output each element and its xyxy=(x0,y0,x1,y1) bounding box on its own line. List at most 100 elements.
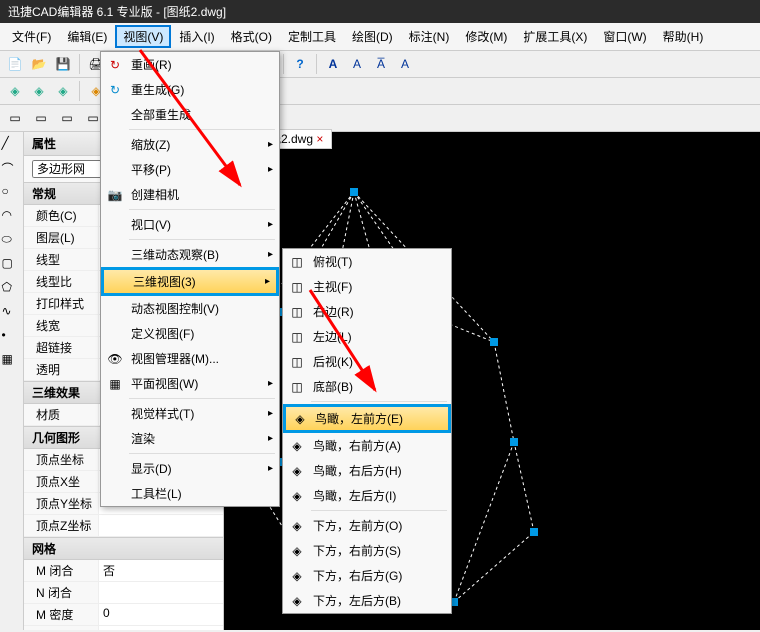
point-tool-icon[interactable]: • xyxy=(2,328,22,348)
dd-defview[interactable]: 定义视图(F) xyxy=(101,321,279,346)
dd2-front[interactable]: ◫主视(F) xyxy=(283,274,451,299)
submenu-arrow-icon: ▸ xyxy=(268,408,273,419)
dd-dynctl[interactable]: 动态视图控制(V) xyxy=(101,296,279,321)
prop-md: M 密度 xyxy=(24,604,99,625)
menu-format[interactable]: 格式(O) xyxy=(223,25,280,48)
cube2-icon[interactable]: ◈ xyxy=(28,80,50,102)
dd2-below-rf[interactable]: ◈下方，右前方(S) xyxy=(283,538,451,563)
dd2-bird-lb[interactable]: ◈鸟瞰，左后方(I) xyxy=(283,483,451,508)
dd-dynobs[interactable]: 三维动态观察(B)▸ xyxy=(101,242,279,267)
save-icon[interactable]: 💾 xyxy=(52,53,74,75)
rect-tool-icon[interactable]: ▢ xyxy=(2,256,22,276)
cube3-icon[interactable]: ◈ xyxy=(52,80,74,102)
dd-pan[interactable]: 平移(P)▸ xyxy=(101,157,279,182)
dd2-back[interactable]: ◫后视(K) xyxy=(283,349,451,374)
dd2-below-lf[interactable]: ◈下方，左前方(O) xyxy=(283,513,451,538)
cube-back-icon: ◫ xyxy=(289,354,305,370)
new-icon[interactable]: 📄 xyxy=(4,53,26,75)
dd2-left[interactable]: ◫左边(L) xyxy=(283,324,451,349)
cube-iso-icon: ◈ xyxy=(289,488,305,504)
prop-md-value[interactable]: 0 xyxy=(99,604,223,625)
prop-vxn: 顶点X坐 xyxy=(24,471,99,492)
submenu-arrow-icon: ▸ xyxy=(268,463,273,474)
prop-layer: 图层(L) xyxy=(24,227,99,248)
cube-iso-icon: ◈ xyxy=(289,543,305,559)
spline-tool-icon[interactable]: ∿ xyxy=(2,304,22,324)
help-icon[interactable]: ? xyxy=(289,53,311,75)
text-a3-icon[interactable]: A̅ xyxy=(370,53,392,75)
regen-icon: ↻ xyxy=(107,82,123,98)
prop-nc: N 闭合 xyxy=(24,582,99,603)
cube-iso-icon: ◈ xyxy=(289,593,305,609)
text-a4-icon[interactable]: A xyxy=(394,53,416,75)
close-tab-icon[interactable]: × xyxy=(316,132,323,146)
dd-3dview[interactable]: 三维视图(3)▸ xyxy=(101,267,279,296)
submenu-arrow-icon: ▸ xyxy=(268,219,273,230)
dd-regen[interactable]: ↻重生成(G) xyxy=(101,77,279,102)
cube-bottom-icon: ◫ xyxy=(289,379,305,395)
prop-mc-value[interactable]: 否 xyxy=(99,560,223,581)
menu-ext[interactable]: 扩展工具(X) xyxy=(515,25,595,48)
sel3-icon[interactable]: ▭ xyxy=(56,107,78,129)
dd-redraw[interactable]: ↻重画(R) xyxy=(101,52,279,77)
cube1-icon[interactable]: ◈ xyxy=(4,80,26,102)
cube-top-icon: ◫ xyxy=(289,254,305,270)
section-mesh[interactable]: 网格 xyxy=(24,537,223,560)
dd2-bird-rb[interactable]: ◈鸟瞰，右后方(H) xyxy=(283,458,451,483)
ellipse-tool-icon[interactable]: ⬭ xyxy=(2,232,22,252)
prop-lineweight: 线宽 xyxy=(24,315,99,336)
menu-window[interactable]: 窗口(W) xyxy=(595,25,654,48)
prop-hyperlink: 超链接 xyxy=(24,337,99,358)
menu-annotate[interactable]: 标注(N) xyxy=(401,25,458,48)
menu-help[interactable]: 帮助(H) xyxy=(655,25,712,48)
menu-modify[interactable]: 修改(M) xyxy=(457,25,515,48)
pline-tool-icon[interactable]: ⌒ xyxy=(2,160,22,180)
submenu-arrow-icon: ▸ xyxy=(268,433,273,444)
text-a2-icon[interactable]: A xyxy=(346,53,368,75)
cube-iso-icon: ◈ xyxy=(289,463,305,479)
dd2-right[interactable]: ◫右边(R) xyxy=(283,299,451,324)
plan-icon: ▦ xyxy=(107,376,123,392)
dd-viewport[interactable]: 视口(V)▸ xyxy=(101,212,279,237)
cube-left-icon: ◫ xyxy=(289,329,305,345)
dd-toolbar[interactable]: 工具栏(L) xyxy=(101,481,279,506)
sel1-icon[interactable]: ▭ xyxy=(4,107,26,129)
prop-nd-value[interactable]: 0 xyxy=(99,626,223,630)
hatch-tool-icon[interactable]: ▦ xyxy=(2,352,22,372)
dd2-below-rb[interactable]: ◈下方，右后方(G) xyxy=(283,563,451,588)
poly-tool-icon[interactable]: ⬠ xyxy=(2,280,22,300)
dd2-bottom[interactable]: ◫底部(B) xyxy=(283,374,451,399)
dd2-below-lb[interactable]: ◈下方，左后方(B) xyxy=(283,588,451,613)
menu-view[interactable]: 视图(V) xyxy=(115,25,171,48)
submenu-arrow-icon: ▸ xyxy=(268,164,273,175)
line-tool-icon[interactable]: ╱ xyxy=(2,136,22,156)
arc-tool-icon[interactable]: ◠ xyxy=(2,208,22,228)
dd2-bird-lf[interactable]: ◈鸟瞰，左前方(E) xyxy=(283,404,451,433)
menu-file[interactable]: 文件(F) xyxy=(4,25,59,48)
dd-render[interactable]: 渲染▸ xyxy=(101,426,279,451)
title-bar: 迅捷CAD编辑器 6.1 专业版 - [图纸2.dwg] xyxy=(0,0,760,23)
menu-edit[interactable]: 编辑(E) xyxy=(59,25,115,48)
redraw-icon: ↻ xyxy=(107,57,123,73)
sel2-icon[interactable]: ▭ xyxy=(30,107,52,129)
dd-camera[interactable]: 📷创建相机 xyxy=(101,182,279,207)
text-a-icon[interactable]: A xyxy=(322,53,344,75)
dd-plan[interactable]: ▦平面视图(W)▸ xyxy=(101,371,279,396)
dd-zoom[interactable]: 缩放(Z)▸ xyxy=(101,132,279,157)
prop-vz-value[interactable] xyxy=(99,515,223,536)
prop-color: 颜色(C) xyxy=(24,205,99,226)
dd-display[interactable]: 显示(D)▸ xyxy=(101,456,279,481)
submenu-arrow-icon: ▸ xyxy=(268,139,273,150)
menu-insert[interactable]: 插入(I) xyxy=(171,25,222,48)
dd-regenall[interactable]: 全部重生成 xyxy=(101,102,279,127)
open-icon[interactable]: 📂 xyxy=(28,53,50,75)
circle-tool-icon[interactable]: ○ xyxy=(2,184,22,204)
dd-vmgr[interactable]: 👁视图管理器(M)... xyxy=(101,346,279,371)
dd2-top[interactable]: ◫俯视(T) xyxy=(283,249,451,274)
dd-vstyle[interactable]: 视觉样式(T)▸ xyxy=(101,401,279,426)
prop-nc-value[interactable] xyxy=(99,582,223,603)
menu-draw[interactable]: 绘图(D) xyxy=(344,25,401,48)
menu-custom[interactable]: 定制工具 xyxy=(280,25,344,48)
dd2-bird-rf[interactable]: ◈鸟瞰，右前方(A) xyxy=(283,433,451,458)
3dview-submenu: ◫俯视(T) ◫主视(F) ◫右边(R) ◫左边(L) ◫后视(K) ◫底部(B… xyxy=(282,248,452,614)
